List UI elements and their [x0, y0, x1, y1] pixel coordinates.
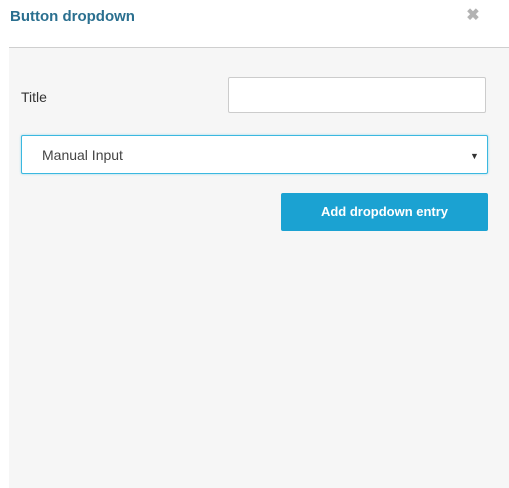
chevron-down-icon: ▼ [470, 151, 479, 161]
add-dropdown-entry-button[interactable]: Add dropdown entry [281, 193, 488, 231]
source-select[interactable]: Manual Input ▼ [21, 135, 488, 174]
source-select-value: Manual Input [42, 147, 123, 163]
dialog-title: Button dropdown [10, 8, 135, 25]
dialog-panel: Button dropdown ✖ Title Manual Input ▼ A… [9, 0, 509, 488]
title-label: Title [21, 89, 47, 105]
dialog-header: Button dropdown ✖ [9, 0, 509, 48]
close-icon[interactable]: ✖ [463, 6, 483, 26]
title-input[interactable] [228, 77, 486, 113]
